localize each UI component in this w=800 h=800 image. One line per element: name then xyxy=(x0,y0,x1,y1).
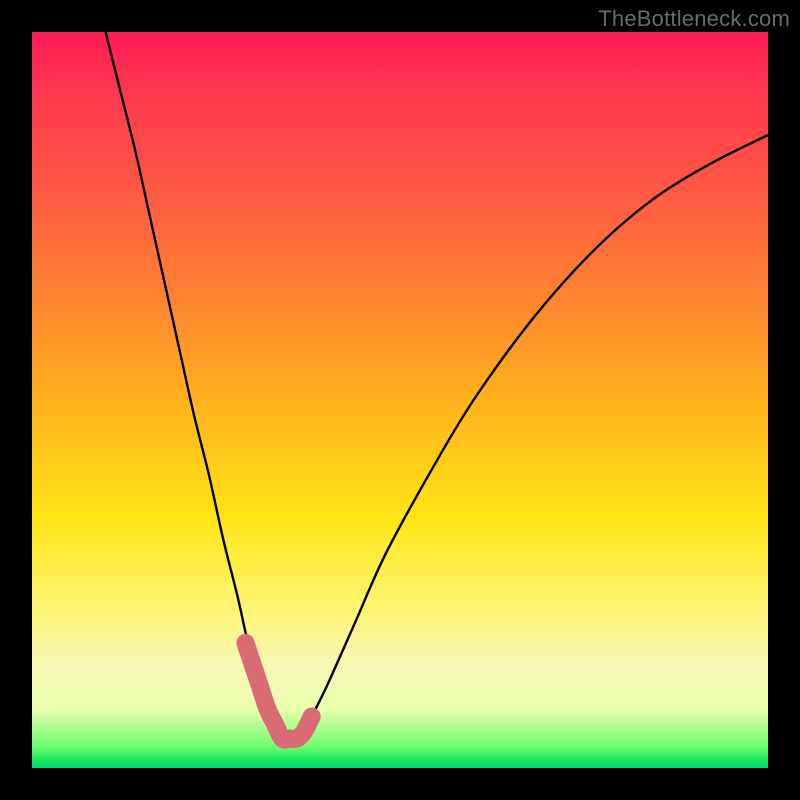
highlight-band-line xyxy=(245,643,311,740)
chart-frame: TheBottleneck.com xyxy=(0,0,800,800)
plot-area xyxy=(32,32,768,768)
watermark-text: TheBottleneck.com xyxy=(598,6,790,32)
curve-svg xyxy=(32,32,768,768)
bottleneck-curve-line xyxy=(106,32,768,740)
